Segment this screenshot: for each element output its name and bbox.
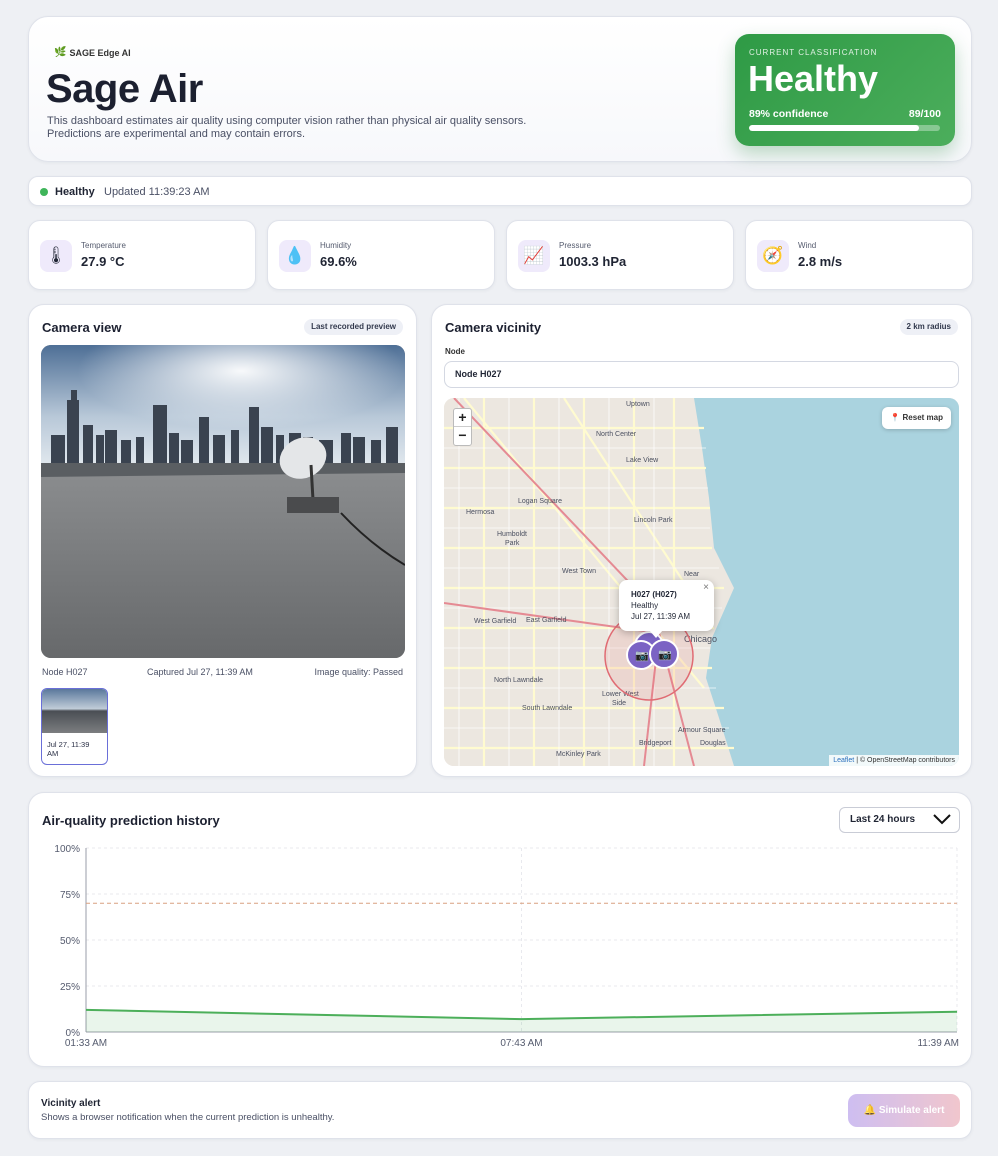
svg-text:Side: Side — [612, 700, 626, 707]
pressure-chart-icon: 📈 — [518, 240, 550, 272]
svg-text:East Garfield: East Garfield — [526, 617, 567, 624]
y-tick-label: 75% — [60, 890, 80, 901]
thermometer-icon: 🌡 — [40, 240, 72, 272]
zoom-control: + − — [453, 408, 472, 446]
history-chart: 0%25%50%75%100%01:33 AM 07:43 AM 11:39 AM — [54, 844, 959, 1049]
svg-text:South Lawndale: South Lawndale — [522, 705, 572, 712]
brand: 🌿 SAGE Edge AI — [54, 47, 131, 58]
camera-badge: Last recorded preview — [304, 319, 403, 335]
svg-text:📷: 📷 — [658, 649, 672, 661]
svg-text:Humboldt: Humboldt — [497, 531, 527, 538]
updated-time: Updated 11:39:23 AM — [104, 186, 210, 198]
zoom-in-button[interactable]: + — [454, 409, 471, 427]
page-title: Sage Air — [46, 67, 203, 111]
map[interactable]: Uptown North Center Lake View Logan Square… — [444, 398, 959, 766]
svg-text:📷: 📷 — [635, 650, 649, 662]
thumbnail-image — [42, 689, 107, 733]
osm-attribution: | © OpenStreetMap contributors — [854, 757, 955, 764]
metric-humidity: 💧 Humidity 69.6% — [267, 220, 495, 290]
svg-text:West Town: West Town — [562, 568, 596, 575]
droplet-icon: 💧 — [279, 240, 311, 272]
svg-text:McKinley Park: McKinley Park — [556, 751, 601, 758]
map-popup: H027 (H027) Healthy Jul 27, 11:39 AM × — [619, 580, 714, 631]
simulate-alert-button[interactable]: 🔔 Simulate alert — [848, 1094, 960, 1127]
leaf-icon: 🌿 — [54, 47, 67, 58]
svg-text:Lake View: Lake View — [626, 457, 659, 464]
vicinity-card: Camera vicinity 2 km radius Node Node H0… — [431, 304, 972, 777]
image-quality: Image quality: Passed — [314, 667, 403, 677]
svg-text:North Center: North Center — [596, 431, 637, 438]
compass-icon: 🧭 — [757, 240, 789, 272]
metric-value: 1003.3 hPa — [559, 254, 627, 269]
thumbnail[interactable]: Jul 27, 11:39 AM — [41, 688, 108, 765]
svg-text:Near: Near — [684, 571, 700, 578]
status-label: Healthy — [55, 186, 95, 198]
map-attribution: Leaflet | © OpenStreetMap contributors — [829, 755, 959, 766]
metric-label: Temperature — [81, 241, 126, 250]
classification-label: CURRENT CLASSIFICATION — [749, 48, 878, 57]
metric-value: 2.8 m/s — [798, 254, 843, 269]
svg-text:Lincoln Park: Lincoln Park — [634, 517, 673, 524]
y-tick-label: 25% — [60, 982, 80, 993]
metric-temperature: 🌡 Temperature 27.9 °C — [28, 220, 256, 290]
zoom-out-button[interactable]: − — [454, 427, 471, 445]
svg-text:West Garfield: West Garfield — [474, 618, 516, 625]
camera-title: Camera view — [42, 320, 122, 335]
confidence-bar — [749, 125, 940, 131]
metric-pressure: 📈 Pressure 1003.3 hPa — [506, 220, 734, 290]
svg-text:North Lawndale: North Lawndale — [494, 677, 543, 684]
confidence-bar-fill — [749, 125, 919, 131]
metric-value: 69.6% — [320, 254, 357, 269]
svg-text:Logan Square: Logan Square — [518, 498, 562, 505]
status-bar: Healthy Updated 11:39:23 AM — [28, 176, 972, 206]
node-select[interactable]: Node H027 — [444, 361, 959, 388]
status-dot-icon — [40, 188, 48, 196]
node-label: Node — [445, 347, 465, 356]
history-card: Air-quality prediction history Last 24 h… — [28, 792, 972, 1067]
popup-status: Healthy — [631, 601, 659, 610]
thumbnail-caption: Jul 27, 11:39 AM — [47, 740, 90, 758]
camera-card: Camera view Last recorded preview Node H… — [28, 304, 417, 777]
x-tick-label: 07:43 AM — [500, 1038, 542, 1049]
metric-wind: 🧭 Wind 2.8 m/s — [745, 220, 973, 290]
svg-text:Armour Square: Armour Square — [678, 727, 726, 734]
x-tick-label: 11:39 AM — [917, 1038, 959, 1049]
camera-image[interactable] — [41, 345, 405, 658]
y-tick-label: 50% — [60, 936, 80, 947]
x-tick-label: 01:33 AM — [65, 1038, 107, 1049]
svg-text:Uptown: Uptown — [626, 401, 650, 408]
reset-map-button[interactable]: 📍 Reset map — [882, 407, 951, 429]
confidence-text: 89% confidence — [749, 108, 829, 120]
popup-title: H027 (H027) — [631, 590, 677, 599]
popup-tip — [649, 630, 663, 638]
popup-close-button[interactable]: × — [703, 582, 709, 593]
camera-node: Node H027 — [42, 667, 88, 677]
alert-description: Shows a browser notification when the cu… — [41, 1112, 335, 1123]
svg-text:Park: Park — [505, 540, 520, 547]
popup-time: Jul 27, 11:39 AM — [631, 612, 690, 621]
metric-label: Wind — [798, 241, 817, 250]
svg-text:Bridgeport: Bridgeport — [639, 740, 671, 747]
alert-card: Vicinity alert Shows a browser notificat… — [28, 1081, 972, 1139]
page-description: This dashboard estimates air quality usi… — [47, 115, 527, 140]
leaflet-link[interactable]: Leaflet — [833, 757, 854, 764]
brand-label: SAGE Edge AI — [69, 47, 131, 58]
classification-card: CURRENT CLASSIFICATION Healthy 89% confi… — [735, 34, 955, 146]
classification-value: Healthy — [748, 58, 879, 99]
alert-title: Vicinity alert — [41, 1098, 101, 1109]
svg-text:Douglas: Douglas — [700, 740, 726, 747]
captured-time: Captured Jul 27, 11:39 AM — [147, 667, 253, 677]
metric-value: 27.9 °C — [81, 254, 125, 269]
metric-label: Humidity — [320, 241, 352, 250]
vicinity-title: Camera vicinity — [445, 320, 542, 335]
score-text: 89/100 — [908, 108, 941, 120]
metric-label: Pressure — [559, 241, 592, 250]
header-card: 🌿 SAGE Edge AI Sage Air This dashboard e… — [28, 16, 972, 162]
svg-text:Hermosa: Hermosa — [466, 509, 495, 516]
radius-badge: 2 km radius — [899, 319, 958, 335]
y-tick-label: 100% — [54, 844, 80, 855]
